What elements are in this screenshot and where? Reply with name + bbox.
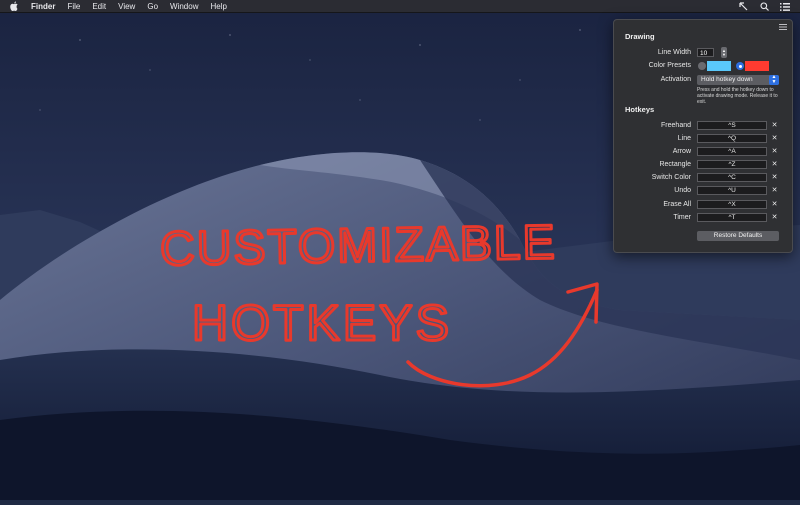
magnifier-icon[interactable] — [759, 2, 769, 12]
clear-hotkey-erase-all[interactable]: ✕ — [770, 200, 779, 209]
preferences-popover: Drawing Line Width 10 ▲ ▼ Color Presets … — [613, 19, 793, 253]
stepper-down-icon: ▼ — [722, 51, 726, 57]
hotkey-label-undo: Undo — [674, 187, 691, 194]
drawing-section-title: Drawing — [625, 32, 655, 41]
menu-go[interactable]: Go — [147, 0, 158, 13]
hotkey-label-line: Line — [677, 135, 691, 142]
restore-defaults-button[interactable]: Restore Defaults — [697, 231, 779, 241]
preset-swatch-2[interactable] — [745, 61, 769, 71]
line-width-stepper[interactable]: ▲ ▼ — [721, 47, 727, 58]
hotkey-label-rectangle: Rectangle — [659, 161, 691, 168]
hamburger-icon[interactable] — [779, 24, 787, 30]
line-width-field[interactable]: 10 — [697, 48, 714, 57]
preset-radio-1[interactable] — [698, 62, 706, 70]
activation-value: Hold hotkey down — [701, 76, 753, 83]
hotkeys-section-title: Hotkeys — [625, 105, 655, 114]
clear-hotkey-rectangle[interactable]: ✕ — [770, 160, 779, 169]
clear-hotkey-switch-color[interactable]: ✕ — [770, 173, 779, 182]
hotkey-field-freehand[interactable]: ^S — [697, 121, 767, 130]
menu-view[interactable]: View — [118, 0, 135, 13]
clear-hotkey-arrow[interactable]: ✕ — [770, 147, 779, 156]
menu-extras — [727, 0, 790, 13]
menu-edit[interactable]: Edit — [92, 0, 106, 13]
arrow-cursor-icon[interactable] — [738, 2, 748, 12]
clear-hotkey-undo[interactable]: ✕ — [770, 186, 779, 195]
clear-hotkey-freehand[interactable]: ✕ — [770, 121, 779, 130]
hotkey-label-switch-color: Switch Color — [651, 174, 691, 181]
menu-help[interactable]: Help — [210, 0, 226, 13]
color-presets-label: Color Presets — [648, 62, 691, 69]
hotkey-field-line[interactable]: ^Q — [697, 134, 767, 143]
hotkey-field-arrow[interactable]: ^A — [697, 147, 767, 156]
menu-file[interactable]: File — [67, 0, 80, 13]
activation-select[interactable]: Hold hotkey down ▲ ▼ — [697, 75, 779, 85]
apple-icon[interactable] — [10, 1, 19, 11]
list-icon[interactable] — [780, 2, 790, 12]
menu-window[interactable]: Window — [170, 0, 198, 13]
menu-app-name[interactable]: Finder — [31, 0, 55, 13]
activation-help: Press and hold the hotkey down to activa… — [697, 87, 778, 105]
hotkey-field-erase-all[interactable]: ^X — [697, 200, 767, 209]
activation-label: Activation — [660, 76, 691, 83]
chevron-updown-icon: ▲ ▼ — [769, 75, 779, 85]
hotkey-label-arrow: Arrow — [672, 148, 691, 155]
preset-swatch-1[interactable] — [707, 61, 731, 71]
hotkey-field-undo[interactable]: ^U — [697, 186, 767, 195]
menu-bar: Finder File Edit View Go Window Help — [0, 0, 800, 13]
hotkey-field-switch-color[interactable]: ^C — [697, 173, 767, 182]
hotkey-label-timer: Timer — [673, 214, 691, 221]
hotkey-field-timer[interactable]: ^T — [697, 213, 767, 222]
hotkey-field-rectangle[interactable]: ^Z — [697, 160, 767, 169]
hotkey-label-erase-all: Erase All — [663, 201, 691, 208]
preset-radio-2[interactable] — [736, 62, 744, 70]
clear-hotkey-line[interactable]: ✕ — [770, 134, 779, 143]
line-width-label: Line Width — [657, 49, 691, 56]
hotkey-label-freehand: Freehand — [661, 122, 691, 129]
clear-hotkey-timer[interactable]: ✕ — [770, 213, 779, 222]
